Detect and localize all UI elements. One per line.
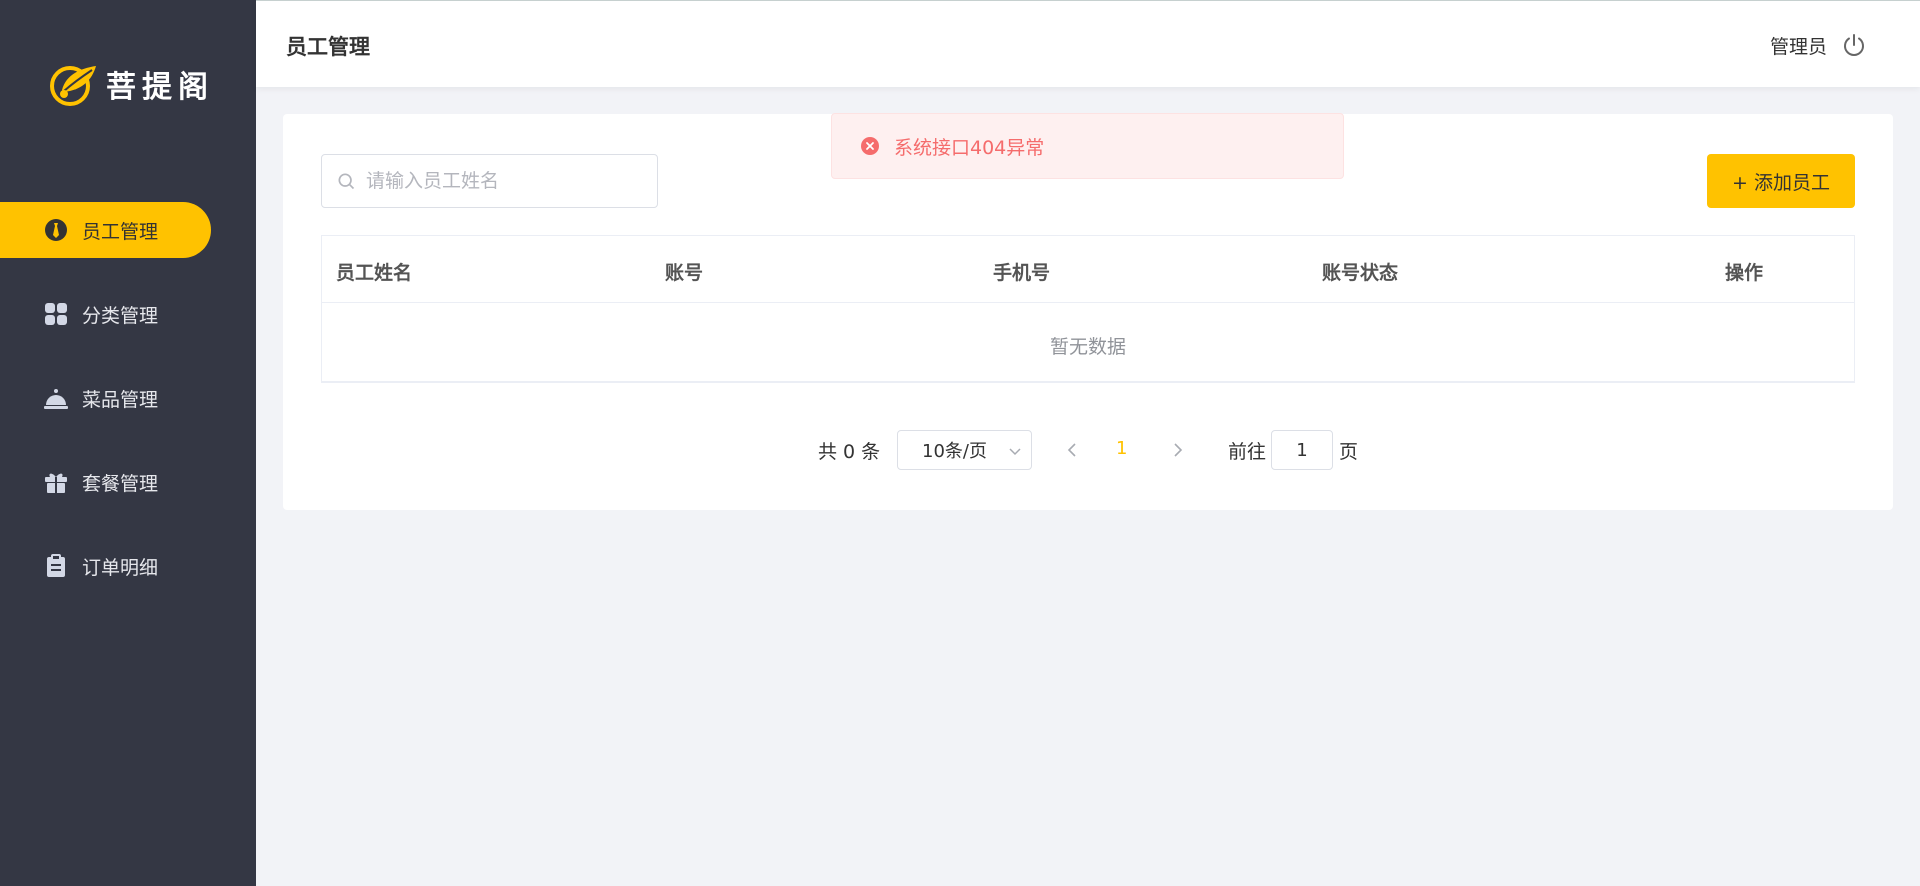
sidebar-item-label: 菜品管理: [82, 388, 159, 411]
page-title: 员工管理: [286, 35, 370, 59]
error-toast: 系统接口404异常: [831, 113, 1344, 179]
bodhi-leaf-logo-icon: [50, 66, 96, 106]
search-icon: [338, 173, 355, 190]
column-header-actions: 操作: [1725, 262, 1764, 284]
tie-icon: [44, 218, 68, 242]
error-circle-icon: [861, 137, 879, 155]
next-page-button[interactable]: [1167, 440, 1187, 460]
power-icon[interactable]: [1842, 33, 1866, 57]
prev-page-button[interactable]: [1063, 440, 1083, 460]
pagination: 共 0 条 10条/页 1 前往 页: [283, 430, 1893, 470]
goto-unit: 页: [1339, 441, 1359, 463]
table-header: 员工姓名 账号 手机号 账号状态 操作: [322, 236, 1854, 303]
logo: 菩提阁: [48, 60, 214, 108]
column-header-status: 账号状态: [1322, 262, 1399, 284]
sidebar-nav: 员工管理 分类管理 菜品管理 套餐管理 订单明细: [0, 202, 256, 622]
sidebar-item-dishes[interactable]: 菜品管理: [0, 370, 256, 426]
app-root: 菩提阁 员工管理 分类管理 菜品管理 套餐管理 订单明细 员工管理 管理员 请输…: [0, 0, 1920, 886]
sidebar-item-label: 员工管理: [82, 220, 159, 243]
column-header-account: 账号: [665, 262, 704, 284]
sidebar-item-categories[interactable]: 分类管理: [0, 286, 256, 342]
page-size-select[interactable]: 10条/页: [897, 430, 1032, 470]
toast-message: 系统接口404异常: [894, 136, 1045, 159]
page-size-value: 10条/页: [922, 441, 987, 462]
grid-icon: [44, 302, 68, 326]
sidebar-item-label: 订单明细: [82, 556, 159, 579]
employee-table: 员工姓名 账号 手机号 账号状态 操作 暂无数据: [321, 235, 1855, 383]
current-user: 管理员: [1770, 36, 1828, 58]
sidebar-item-combos[interactable]: 套餐管理: [0, 454, 256, 510]
sidebar-item-orders[interactable]: 订单明细: [0, 538, 256, 594]
column-header-phone: 手机号: [993, 262, 1051, 284]
brand-name: 菩提阁: [106, 70, 214, 105]
sidebar: 菩提阁 员工管理 分类管理 菜品管理 套餐管理 订单明细: [0, 0, 256, 886]
total-count: 共 0 条: [818, 441, 881, 463]
page-number-current[interactable]: 1: [1116, 438, 1127, 459]
search-input[interactable]: [366, 170, 646, 192]
add-employee-button[interactable]: + 添加员工: [1707, 154, 1855, 208]
column-header-name: 员工姓名: [336, 262, 413, 284]
chevron-down-icon: [1009, 448, 1021, 456]
search-field[interactable]: [321, 154, 658, 208]
clipboard-icon: [44, 554, 68, 578]
table-empty-text: 暂无数据: [1049, 336, 1126, 358]
sidebar-item-employees[interactable]: 员工管理: [0, 202, 211, 258]
cloche-icon: [44, 386, 68, 410]
goto-page-input[interactable]: [1271, 430, 1333, 470]
goto-label: 前往: [1228, 441, 1267, 463]
top-header: 员工管理 管理员: [256, 0, 1920, 87]
sidebar-item-label: 套餐管理: [82, 472, 159, 495]
sidebar-item-label: 分类管理: [82, 304, 159, 327]
gift-icon: [44, 470, 68, 494]
